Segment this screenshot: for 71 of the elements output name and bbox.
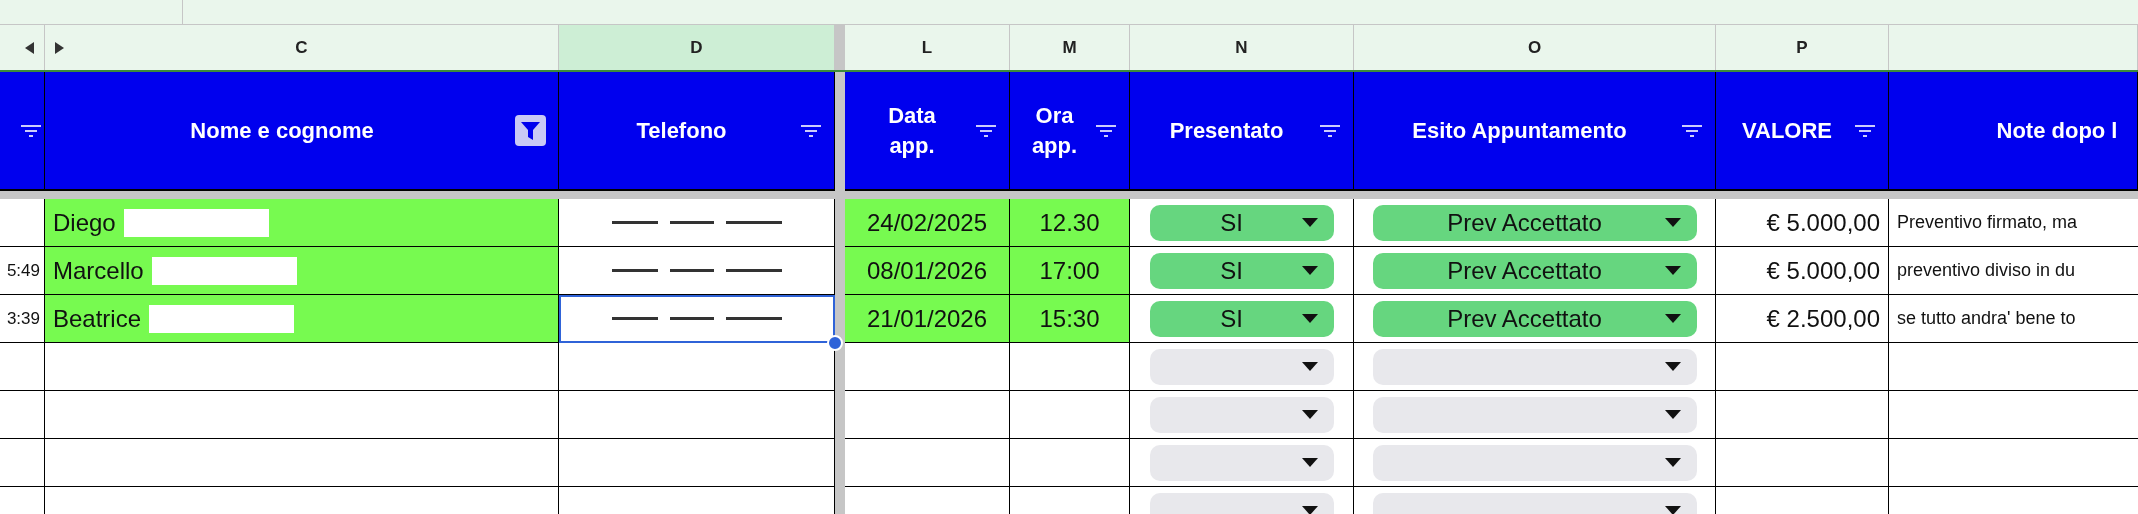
caret-icon (1664, 458, 1681, 467)
column-header[interactable]: Data app. (845, 72, 1010, 191)
table-cell: € 5.000,00 (1716, 199, 1889, 247)
caret-icon (1664, 266, 1681, 275)
dropdown-chip[interactable]: SI (1149, 300, 1334, 337)
filter-icon[interactable] (1319, 123, 1341, 138)
caret-icon (1301, 266, 1318, 275)
name-text: Marcello (53, 255, 144, 286)
column-header[interactable]: Note dopo l (1889, 72, 2138, 191)
filter-icon[interactable] (515, 115, 546, 146)
name-text: Diego (53, 207, 116, 238)
filter-icon[interactable] (1681, 123, 1703, 138)
table-cell: se tutto andra' bene to (1889, 295, 2138, 343)
header-title: Data app. (887, 101, 937, 160)
table-cell: 21/01/2026 (845, 295, 1010, 343)
filter-icon[interactable] (20, 123, 42, 138)
caret-icon (1301, 314, 1318, 323)
table-cell: € 2.500,00 (1716, 295, 1889, 343)
table-cell: 24/02/2025 (845, 199, 1010, 247)
column-letter[interactable]: P (1716, 25, 1889, 70)
column-letter[interactable]: D (559, 25, 835, 70)
caret-icon (1301, 410, 1318, 419)
filter-icon[interactable] (1854, 123, 1876, 138)
table-cell[interactable] (559, 199, 835, 247)
filter-icon[interactable] (1095, 123, 1117, 138)
column-letter[interactable]: M (1010, 25, 1130, 70)
caret-icon (1664, 218, 1681, 227)
header-title: Telefono (636, 116, 727, 145)
table-cell: 08/01/2026 (845, 247, 1010, 295)
header-title: Presentato (1169, 116, 1284, 145)
caret-icon (1664, 506, 1681, 514)
filter-icon[interactable] (800, 123, 822, 138)
column-header[interactable]: VALORE (1716, 72, 1889, 191)
caret-icon (1664, 362, 1681, 371)
header-title: Ora app. (1030, 101, 1079, 160)
fill-handle[interactable] (827, 335, 843, 351)
table-cell: 17:00 (1010, 247, 1130, 295)
table-cell: 12.30 (1010, 199, 1130, 247)
column-header[interactable]: Telefono (559, 72, 835, 191)
column-letter[interactable]: N (1130, 25, 1354, 70)
table-cell[interactable] (559, 247, 835, 295)
caret-icon (1664, 410, 1681, 419)
table-cell: preventivo diviso in du (1889, 247, 2138, 295)
column-letter[interactable]: O (1354, 25, 1716, 70)
scroll-left-icon[interactable] (25, 41, 34, 54)
dropdown-chip[interactable]: Prev Accettato (1372, 252, 1697, 289)
table-cell: 15:30 (1010, 295, 1130, 343)
header-title: Esito Appuntamento (1412, 116, 1627, 145)
dropdown-chip[interactable]: SI (1149, 204, 1334, 241)
name-text: Beatrice (53, 303, 142, 334)
header-title: VALORE (1741, 116, 1832, 145)
scroll-right-icon[interactable] (55, 41, 64, 54)
caret-icon (1301, 362, 1318, 371)
caret-icon (1301, 218, 1318, 227)
dropdown-chip[interactable]: Prev Accettato (1372, 204, 1697, 241)
caret-icon (1301, 458, 1318, 467)
header-title: Note dopo l (1996, 116, 2118, 145)
header-title: Nome e cognome (190, 116, 374, 145)
column-letter[interactable]: L (845, 25, 1010, 70)
table-cell: Preventivo firmato, ma (1889, 199, 2138, 247)
caret-icon (1301, 506, 1318, 514)
filter-icon[interactable] (975, 123, 997, 138)
dropdown-chip[interactable]: Prev Accettato (1372, 300, 1697, 337)
column-header[interactable]: Nome e cognome (45, 72, 559, 191)
column-header[interactable]: Presentato (1130, 72, 1354, 191)
column-header[interactable]: Ora app. (1010, 72, 1130, 191)
column-header[interactable]: Esito Appuntamento (1354, 72, 1716, 191)
caret-icon (1664, 314, 1681, 323)
dropdown-chip[interactable]: SI (1149, 252, 1334, 289)
table-cell[interactable] (559, 295, 835, 343)
table-cell: € 5.000,00 (1716, 247, 1889, 295)
